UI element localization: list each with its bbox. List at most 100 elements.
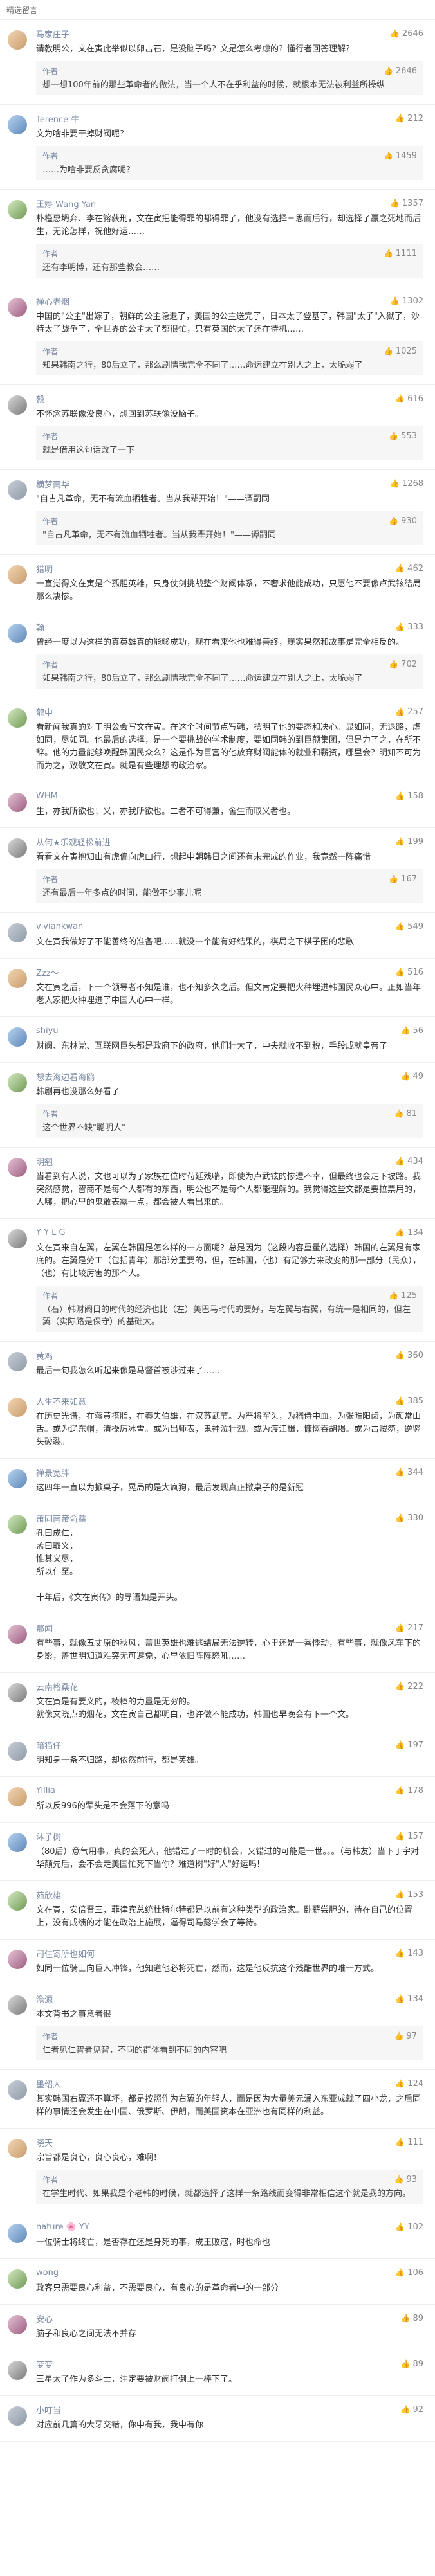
- commenter-name[interactable]: 禅景宽胖: [36, 1466, 69, 1479]
- avatar[interactable]: [8, 1158, 27, 1177]
- avatar[interactable]: [8, 793, 27, 812]
- like-button[interactable]: 👍 143: [395, 1949, 423, 1958]
- avatar[interactable]: [8, 298, 27, 317]
- commenter-name[interactable]: 暗猫仔: [36, 1739, 61, 1751]
- commenter-name[interactable]: 明翘: [36, 1155, 53, 1167]
- commenter-name[interactable]: 龍中: [36, 706, 53, 718]
- like-button[interactable]: 👍 549: [395, 922, 423, 932]
- avatar[interactable]: [8, 1950, 27, 1969]
- reply-like-button[interactable]: 👍 702: [389, 660, 417, 669]
- avatar[interactable]: [8, 1027, 27, 1047]
- like-button[interactable]: 👍 106: [395, 2268, 423, 2278]
- avatar[interactable]: [8, 1833, 27, 1852]
- avatar[interactable]: [8, 480, 27, 500]
- avatar[interactable]: [8, 838, 27, 858]
- commenter-name[interactable]: 猎明: [36, 563, 53, 575]
- commenter-name[interactable]: 司住寄所也如何: [36, 1947, 95, 1959]
- like-button[interactable]: 👍 333: [395, 622, 423, 632]
- reply-like-button[interactable]: 👍 97: [394, 2031, 418, 2041]
- like-button[interactable]: 👍 178: [395, 1786, 423, 1796]
- avatar[interactable]: [8, 395, 27, 415]
- commenter-name[interactable]: 从何★乐观轻松前进: [36, 836, 111, 848]
- avatar[interactable]: [8, 1515, 27, 1534]
- like-button[interactable]: 👍 92: [401, 2405, 424, 2415]
- like-button[interactable]: 👍 2646: [390, 29, 423, 39]
- like-button[interactable]: 👍 134: [395, 1228, 423, 1238]
- like-button[interactable]: 👍 257: [395, 707, 423, 717]
- like-button[interactable]: 👍 616: [395, 394, 423, 404]
- commenter-name[interactable]: 禅心老烟: [36, 295, 69, 307]
- like-button[interactable]: 👍 462: [395, 564, 423, 573]
- avatar[interactable]: [8, 1742, 27, 1761]
- commenter-name[interactable]: 人生不来如意: [36, 1395, 86, 1407]
- reply-like-button[interactable]: 👍 1111: [384, 249, 417, 258]
- like-button[interactable]: 👍 89: [401, 2359, 424, 2369]
- commenter-name[interactable]: Terence 牛: [36, 113, 79, 125]
- avatar[interactable]: [8, 115, 27, 134]
- avatar[interactable]: [8, 1683, 27, 1702]
- commenter-name[interactable]: 马家庄子: [36, 28, 69, 40]
- commenter-name[interactable]: 茹欣雄: [36, 1889, 61, 1901]
- like-button[interactable]: 👍 516: [395, 968, 423, 977]
- commenter-name[interactable]: 那闻: [36, 1622, 53, 1634]
- avatar[interactable]: [8, 2406, 27, 2426]
- like-button[interactable]: 👍 111: [395, 2138, 423, 2147]
- commenter-name[interactable]: 黄鸡: [36, 1349, 53, 1362]
- avatar[interactable]: [8, 30, 27, 50]
- commenter-name[interactable]: 晓天: [36, 2136, 53, 2148]
- like-button[interactable]: 👍 434: [395, 1157, 423, 1166]
- like-button[interactable]: 👍 158: [395, 791, 423, 801]
- commenter-name[interactable]: 澹源: [36, 1993, 53, 2005]
- like-button[interactable]: 👍 197: [395, 1740, 423, 1750]
- like-button[interactable]: 👍 217: [395, 1623, 423, 1633]
- commenter-name[interactable]: Yillia: [36, 1786, 55, 1796]
- avatar[interactable]: [8, 1073, 27, 1092]
- avatar[interactable]: [8, 1995, 27, 2015]
- avatar[interactable]: [8, 2224, 27, 2243]
- like-button[interactable]: 👍 49: [401, 1072, 424, 1081]
- avatar[interactable]: [8, 2361, 27, 2380]
- commenter-name[interactable]: wong: [36, 2268, 59, 2278]
- commenter-name[interactable]: 毅: [36, 393, 44, 405]
- avatar[interactable]: [8, 1625, 27, 1644]
- reply-like-button[interactable]: 👍 2646: [384, 66, 417, 76]
- reply-like-button[interactable]: 👍 1459: [384, 151, 417, 161]
- like-button[interactable]: 👍 222: [395, 1682, 423, 1691]
- commenter-name[interactable]: 安心: [36, 2312, 53, 2325]
- avatar[interactable]: [8, 624, 27, 643]
- like-button[interactable]: 👍 1357: [390, 199, 423, 208]
- avatar[interactable]: [8, 1398, 27, 1417]
- avatar[interactable]: [8, 923, 27, 942]
- commenter-name[interactable]: 横梦南华: [36, 478, 69, 490]
- reply-like-button[interactable]: 👍 81: [394, 1109, 418, 1119]
- like-button[interactable]: 👍 344: [395, 1468, 423, 1477]
- avatar[interactable]: [8, 200, 27, 219]
- commenter-name[interactable]: 沐子树: [36, 1830, 61, 1842]
- commenter-name[interactable]: 萝萝: [36, 2358, 53, 2370]
- reply-like-button[interactable]: 👍 553: [389, 431, 417, 441]
- like-button[interactable]: 👍 89: [401, 2314, 424, 2323]
- reply-like-button[interactable]: 👍 125: [389, 1291, 417, 1301]
- reply-like-button[interactable]: 👍 167: [389, 874, 417, 884]
- like-button[interactable]: 👍 385: [395, 1396, 423, 1406]
- commenter-name[interactable]: shiyu: [36, 1026, 59, 1036]
- like-button[interactable]: 👍 199: [395, 837, 423, 847]
- avatar[interactable]: [8, 2269, 27, 2289]
- like-button[interactable]: 👍 157: [395, 1832, 423, 1841]
- like-button[interactable]: 👍 1268: [390, 479, 423, 489]
- avatar[interactable]: [8, 2139, 27, 2158]
- commenter-name[interactable]: 想去海边看海鸥: [36, 1070, 95, 1083]
- reply-like-button[interactable]: 👍 1025: [384, 347, 417, 356]
- like-button[interactable]: 👍 212: [395, 114, 423, 123]
- commenter-name[interactable]: Y Y L G: [36, 1228, 66, 1238]
- like-button[interactable]: 👍 124: [395, 2079, 423, 2089]
- avatar[interactable]: [8, 1891, 27, 1911]
- reply-like-button[interactable]: 👍 930: [389, 516, 417, 526]
- commenter-name[interactable]: 小叮当: [36, 2404, 61, 2416]
- like-button[interactable]: 👍 102: [395, 2222, 423, 2232]
- commenter-name[interactable]: Zzz～: [36, 966, 59, 978]
- avatar[interactable]: [8, 565, 27, 584]
- commenter-name[interactable]: viviankwan: [36, 922, 83, 932]
- avatar[interactable]: [8, 2315, 27, 2334]
- like-button[interactable]: 👍 56: [401, 1026, 424, 1036]
